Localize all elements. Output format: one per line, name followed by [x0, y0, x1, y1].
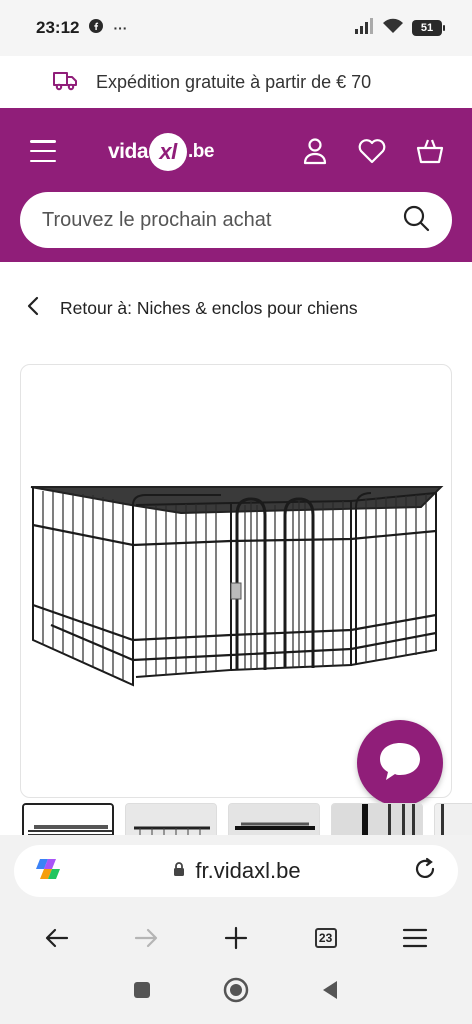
- delivery-truck-icon: [52, 68, 78, 97]
- shipping-text: Expédition gratuite à partir de € 70: [96, 71, 372, 92]
- wishlist-icon[interactable]: [357, 136, 387, 166]
- status-time: 23:12: [36, 18, 80, 37]
- chat-button[interactable]: [357, 720, 443, 806]
- wifi-icon: [382, 18, 404, 39]
- thumbnail-4[interactable]: [331, 803, 423, 835]
- system-navigation: [0, 960, 472, 1024]
- reload-icon[interactable]: [412, 856, 438, 887]
- breadcrumb-text: Retour à: Niches & enclos pour chiens: [60, 297, 358, 318]
- thumbnail-1[interactable]: [22, 803, 114, 835]
- recents-icon[interactable]: [133, 981, 151, 1004]
- account-icon[interactable]: [300, 136, 330, 166]
- menu-icon[interactable]: [30, 140, 56, 162]
- battery-icon: 51: [412, 20, 445, 36]
- facebook-icon: [89, 18, 104, 38]
- browser-address-bar: fr.vidaxl.be: [0, 835, 472, 915]
- logo-prefix: vida: [108, 140, 149, 163]
- url-field[interactable]: fr.vidaxl.be: [14, 845, 458, 897]
- lock-icon: [173, 861, 185, 882]
- logo-mark: xl: [149, 133, 188, 171]
- breadcrumb[interactable]: Retour à: Niches & enclos pour chiens: [26, 290, 358, 326]
- site-header: vida xl .be Trouvez le prochain achat: [0, 108, 472, 262]
- status-bar: 23:12 ··· 51: [0, 0, 472, 56]
- thumbnail-3[interactable]: [228, 803, 320, 835]
- menu-icon[interactable]: [393, 916, 437, 960]
- search-icon[interactable]: [402, 204, 430, 237]
- home-icon[interactable]: [223, 977, 249, 1008]
- thumbnail-2[interactable]: [125, 803, 217, 835]
- forward-icon[interactable]: [124, 916, 168, 960]
- cart-icon[interactable]: [415, 136, 445, 166]
- new-tab-icon[interactable]: [214, 916, 258, 960]
- tabs-icon[interactable]: 23: [304, 916, 348, 960]
- thumbnail-strip: [22, 803, 472, 835]
- back-triangle-icon[interactable]: [321, 980, 339, 1005]
- product-image: [30, 486, 444, 687]
- url-text: fr.vidaxl.be: [195, 858, 301, 883]
- signal-icon: [354, 17, 374, 39]
- logo-suffix: .be: [188, 141, 214, 162]
- back-icon[interactable]: [35, 916, 79, 960]
- vidaxl-logo[interactable]: vida xl .be: [108, 132, 214, 172]
- thumbnail-5[interactable]: [434, 803, 472, 835]
- shipping-banner[interactable]: Expédition gratuite à partir de € 70: [0, 56, 472, 108]
- chat-bubble-icon: [377, 739, 423, 788]
- search-placeholder: Trouvez le prochain achat: [42, 208, 272, 231]
- copilot-icon[interactable]: [34, 855, 62, 888]
- more-notifications: ···: [113, 20, 128, 36]
- chevron-left-icon: [26, 296, 40, 321]
- tab-count: 23: [314, 927, 337, 948]
- browser-toolbar: 23: [0, 915, 472, 960]
- search-input[interactable]: Trouvez le prochain achat: [20, 192, 452, 248]
